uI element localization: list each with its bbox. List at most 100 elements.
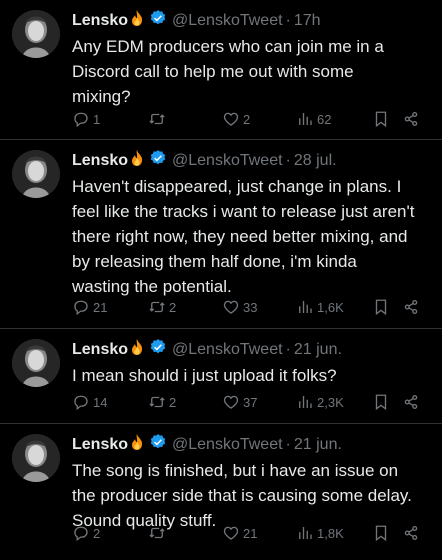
tweet-text-line: the producer side that is causing some d… [72, 486, 412, 505]
fire-emoji [129, 338, 145, 362]
action-bar: 1 2 62 [72, 107, 430, 131]
retweet-icon [149, 113, 165, 125]
user-handle[interactable]: @LenskoTweet [172, 151, 283, 171]
action-bar: 21 2 33 1,6K [72, 295, 430, 319]
verified-badge-icon [149, 149, 167, 173]
reply-button[interactable]: 14 [72, 393, 107, 411]
avatar[interactable] [12, 339, 60, 387]
user-handle[interactable]: @LenskoTweet [172, 11, 283, 31]
share-icon [404, 525, 418, 541]
bookmark-icon [375, 525, 387, 542]
share-icon [404, 111, 418, 127]
like-count: 21 [243, 525, 258, 541]
share-button[interactable] [402, 298, 420, 316]
separator-dot: · [285, 341, 291, 358]
user-handle[interactable]: @LenskoTweet [172, 340, 283, 360]
like-button[interactable]: 33 [222, 298, 257, 316]
fire-emoji [129, 9, 145, 33]
reply-count: 1 [93, 111, 101, 127]
tweet[interactable]: Lensko @LenskoTweet · 28 jul. Haven't di… [0, 140, 442, 329]
share-button[interactable] [402, 110, 420, 128]
tweet[interactable]: Lensko @LenskoTweet · 21 jun. I mean sho… [0, 329, 442, 424]
user-handle[interactable]: @LenskoTweet [172, 435, 283, 455]
reply-button[interactable]: 21 [72, 298, 107, 316]
action-bar: 14 2 37 2,3K [72, 390, 430, 414]
retweet-button[interactable]: 2 [148, 298, 176, 316]
views-button[interactable]: 2,3K [296, 393, 344, 411]
share-icon [404, 299, 418, 315]
bookmark-button[interactable] [372, 524, 390, 542]
reply-icon [74, 395, 88, 411]
like-button[interactable]: 2 [222, 110, 250, 128]
tweet-text-line: The song is finished, but i have an issu… [72, 461, 399, 480]
timestamp[interactable]: 28 jul. [294, 151, 337, 171]
avatar[interactable] [12, 10, 60, 58]
tweet-text-line: Any EDM producers who can join me in a [72, 37, 384, 56]
verified-badge-icon [149, 433, 167, 457]
bookmark-button[interactable] [372, 298, 390, 316]
tweet-text-line: by releasing them half done, i'm kinda [72, 252, 357, 271]
tweet-text-line: Discord call to help me out with some [72, 62, 354, 81]
reply-button[interactable]: 2 [72, 524, 100, 542]
views-button[interactable]: 1,6K [296, 298, 344, 316]
like-count: 33 [243, 299, 258, 315]
fire-emoji [129, 433, 145, 457]
retweet-icon [149, 301, 165, 313]
bookmark-icon [375, 299, 387, 316]
like-count: 37 [243, 394, 258, 410]
tweet-text: I mean should i just upload it folks? [72, 363, 430, 388]
reply-count: 21 [93, 299, 108, 315]
reply-icon [74, 112, 88, 128]
like-icon [223, 112, 239, 126]
retweet-button[interactable] [148, 524, 169, 542]
tweet-text-line: mixing? [72, 87, 131, 106]
share-button[interactable] [402, 393, 420, 411]
retweet-count: 2 [169, 299, 177, 315]
tweet[interactable]: Lensko @LenskoTweet · 17h Any EDM produc… [0, 0, 442, 140]
like-icon [223, 526, 239, 540]
timestamp[interactable]: 21 jun. [294, 340, 342, 360]
retweet-button[interactable] [148, 110, 169, 128]
bookmark-icon [375, 394, 387, 411]
display-name[interactable]: Lensko [72, 435, 128, 455]
tweet[interactable]: Lensko @LenskoTweet · 21 jun. The song i… [0, 424, 442, 560]
bookmark-button[interactable] [372, 393, 390, 411]
timestamp[interactable]: 17h [294, 11, 321, 31]
reply-count: 2 [93, 525, 101, 541]
like-button[interactable]: 21 [222, 524, 257, 542]
reply-icon [74, 300, 88, 316]
retweet-icon [149, 527, 165, 539]
fire-emoji [129, 149, 145, 173]
timestamp[interactable]: 21 jun. [294, 435, 342, 455]
separator-dot: · [285, 152, 291, 169]
views-button[interactable]: 62 [296, 110, 331, 128]
display-name[interactable]: Lensko [72, 11, 128, 31]
tweet-text-line: there right now, they need better mixing… [72, 227, 408, 246]
like-count: 2 [243, 111, 251, 127]
separator-dot: · [285, 12, 291, 29]
tweet-feed: Lensko @LenskoTweet · 17h Any EDM produc… [0, 0, 442, 560]
reply-count: 14 [93, 394, 108, 410]
views-count: 62 [317, 111, 332, 127]
views-count: 2,3K [317, 394, 344, 410]
display-name[interactable]: Lensko [72, 340, 128, 360]
views-icon [299, 396, 312, 408]
avatar[interactable] [12, 150, 60, 198]
share-button[interactable] [402, 524, 420, 542]
retweet-button[interactable]: 2 [148, 393, 176, 411]
reply-button[interactable]: 1 [72, 110, 100, 128]
avatar[interactable] [12, 434, 60, 482]
reply-icon [74, 526, 88, 542]
like-button[interactable]: 37 [222, 393, 257, 411]
views-icon [299, 527, 312, 539]
display-name[interactable]: Lensko [72, 151, 128, 171]
bookmark-button[interactable] [372, 110, 390, 128]
views-button[interactable]: 1,8K [296, 524, 344, 542]
views-icon [299, 113, 312, 125]
like-icon [223, 395, 239, 409]
action-bar: 2 21 1,8K [72, 521, 430, 545]
verified-badge-icon [149, 9, 167, 33]
like-icon [223, 300, 239, 314]
tweet-text-line: feel like the tracks i want to release j… [72, 202, 415, 221]
retweet-icon [149, 396, 165, 408]
